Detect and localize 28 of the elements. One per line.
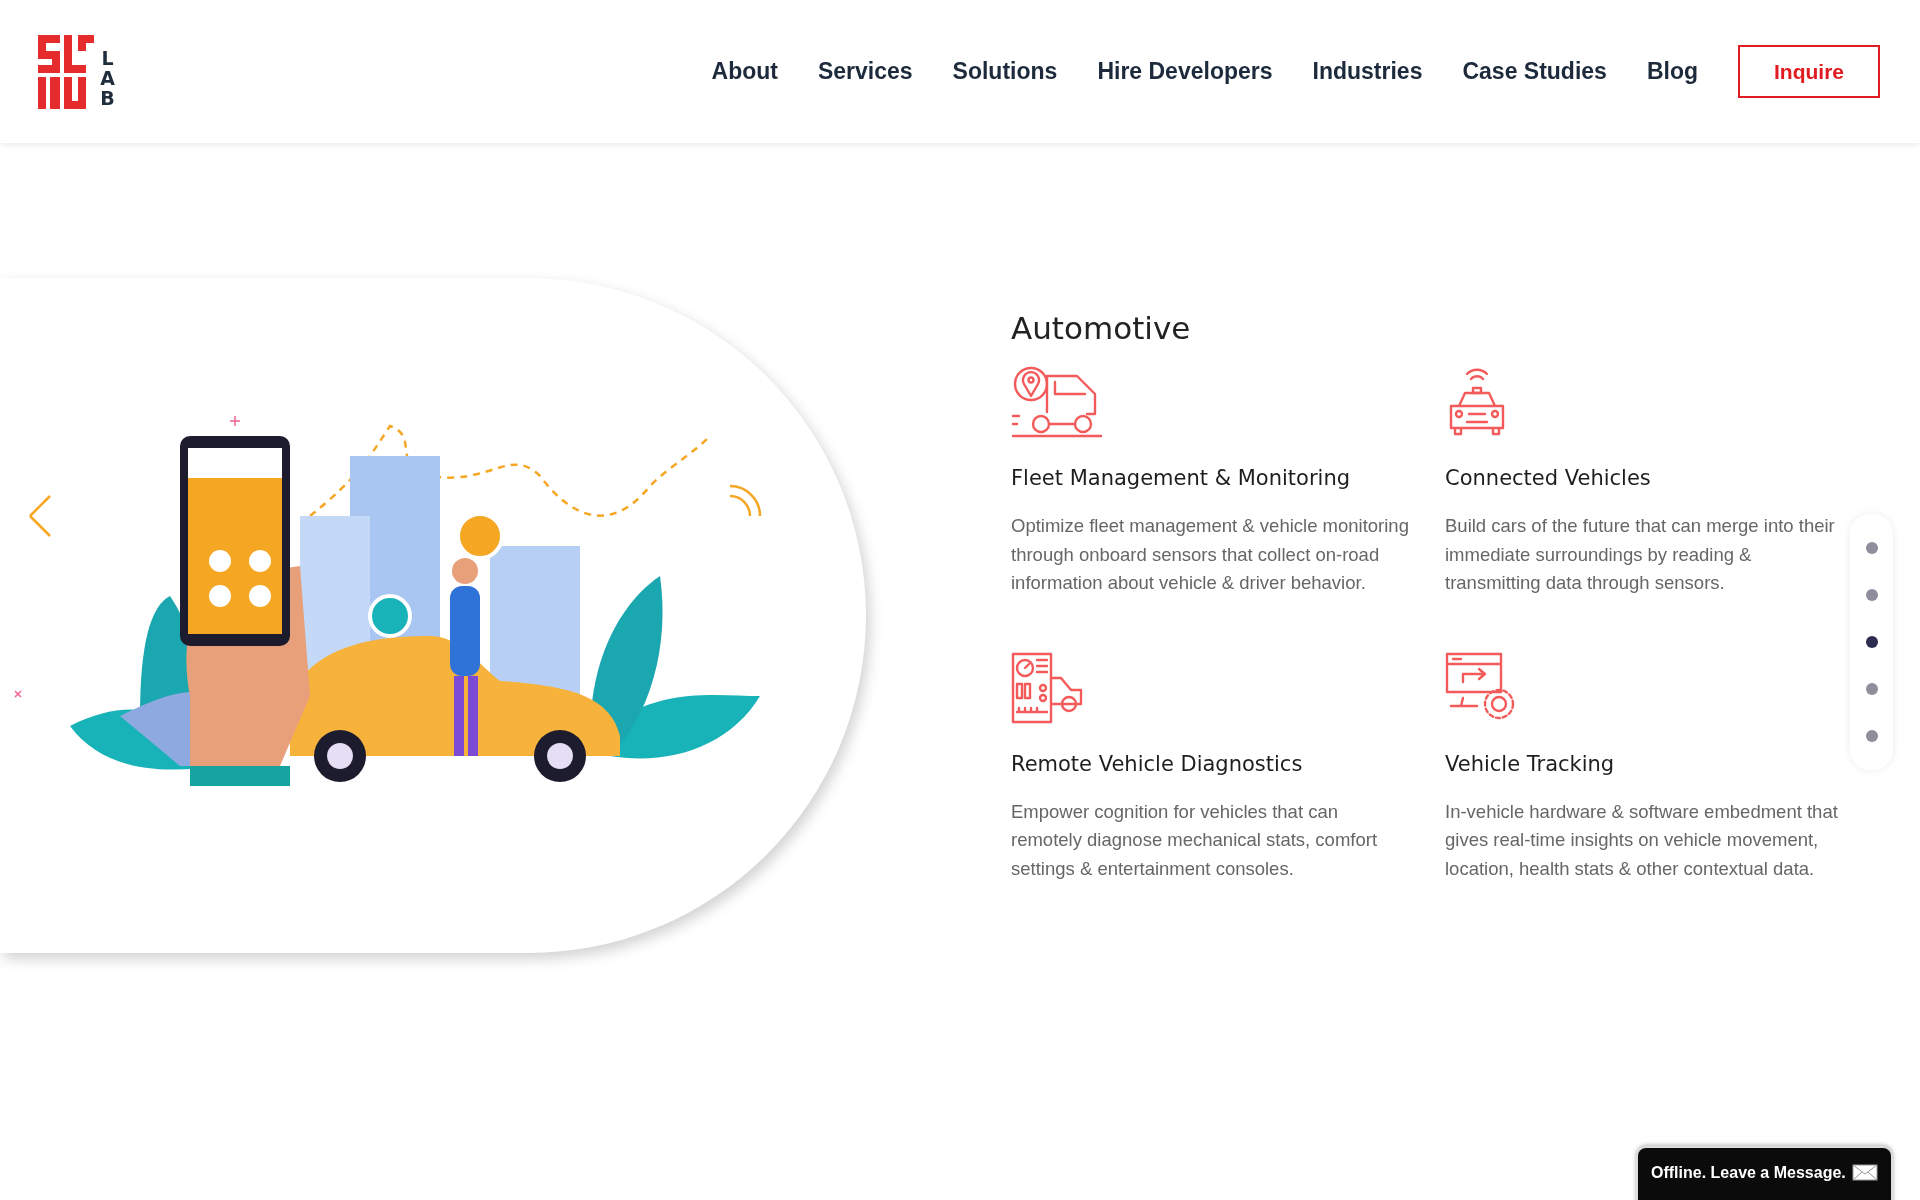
feature-description: In-vehicle hardware & software embedment that gives real-time insights on vehicle movement, location, health stats & other contextual data. — [1445, 799, 1839, 881]
chat-button[interactable]: Offline. Leave a Message. — [1636, 1146, 1893, 1200]
logo-text: LAB — [99, 48, 116, 109]
truck-location-icon — [1011, 366, 1105, 438]
pager-dot[interactable] — [1865, 541, 1878, 554]
nav-link[interactable]: About — [711, 58, 778, 85]
feature-title: Fleet Management & Monitoring — [1011, 466, 1352, 490]
vehicle-diagnostics-icon — [1011, 651, 1085, 724]
feature-title: Connected Vehicles — [1445, 466, 1652, 490]
nav-link[interactable]: Solutions — [952, 58, 1058, 85]
inquire-button[interactable]: Inquire — [1738, 45, 1880, 98]
feature-description: Optimize fleet management & vehicle monitoring through onboard sensors that collect on-road information about vehicle & driver behavior. — [1011, 514, 1410, 596]
pager-dot[interactable] — [1865, 588, 1878, 601]
pager-dot[interactable] — [1865, 635, 1878, 648]
nav-link[interactable]: Hire Developers — [1097, 58, 1273, 85]
feature-title: Vehicle Tracking — [1445, 751, 1616, 776]
pager-dot[interactable] — [1865, 730, 1878, 743]
nav-link[interactable]: Services — [817, 58, 913, 85]
feature-description: Build cars of the future that can merge into their immediate surroundings by reading & transmitting data through sensors. — [1445, 514, 1836, 596]
section-title: Automotive — [1011, 310, 1192, 346]
nav-link[interactable]: Industries — [1312, 58, 1423, 85]
feature-title: Remote Vehicle Diagnostics — [1011, 751, 1304, 776]
nav-link[interactable]: Case Studies — [1462, 58, 1607, 85]
feature-description: Empower cognition for vehicles that can remotely diagnose mechanical stats, comfort settings & entertainment consoles. — [1011, 799, 1379, 881]
envelope-icon — [1851, 1164, 1878, 1181]
pager-dot[interactable] — [1865, 683, 1878, 696]
nav-link[interactable]: Blog — [1646, 58, 1698, 85]
pixel-logo-icon — [38, 34, 94, 109]
